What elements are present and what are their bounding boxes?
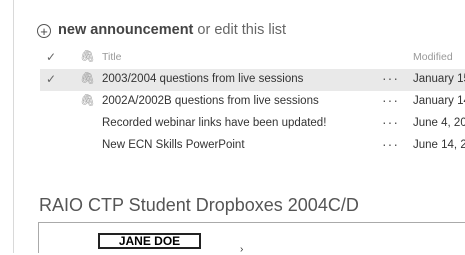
item-title[interactable]: New ECN Skills PowerPoint [102,139,245,151]
select-all-checkmark-icon[interactable]: ✓ [46,50,56,64]
plus-circle-icon[interactable]: + [37,24,51,38]
ellipsis-icon[interactable]: ··· [382,70,399,86]
checkmark-icon[interactable]: ✓ [46,72,56,86]
page-divider [13,0,14,253]
dropbox-section-title: RAIO CTP Student Dropboxes 2004C/D [39,195,359,215]
list-header-row: ✓ 🖇 Title Modified [40,47,465,69]
item-title[interactable]: 2002A/2002B questions from live sessions [102,95,319,107]
item-modified: June 14, 2017 [413,139,465,151]
ellipsis-icon[interactable]: ··· [382,136,399,152]
ellipsis-icon[interactable]: ··· [382,92,399,108]
title-column-header[interactable]: Title [102,51,121,63]
attachment-column-paperclip-icon: 🖇 [80,49,96,63]
paperclip-icon: 🖇 [80,71,96,85]
list-item[interactable]: New ECN Skills PowerPoint ··· June 14, 2… [40,135,465,157]
edit-list-link[interactable]: edit this list [214,22,286,38]
item-title[interactable]: 2003/2004 questions from live sessions [102,73,303,85]
arrow-icon: › [240,244,244,255]
ellipsis-icon[interactable]: ··· [382,114,399,130]
item-modified: January 14 [413,95,465,107]
modified-column-header[interactable]: Modified [413,51,453,63]
or-text: or [197,22,211,38]
list-item[interactable]: 🖇 2002A/2002B questions from live sessio… [40,91,465,113]
paperclip-icon: 🖇 [80,93,96,107]
list-item[interactable]: ✓ 🖇 2003/2004 questions from live sessio… [40,69,465,91]
announcements-list: ✓ 🖇 Title Modified ✓ 🖇 2003/2004 questio… [40,47,465,157]
item-title[interactable]: Recorded webinar links have been updated… [102,117,326,129]
student-name-label[interactable]: JANE DOE [98,233,201,249]
list-item[interactable]: Recorded webinar links have been updated… [40,113,465,135]
item-modified: January 15 [413,73,465,85]
new-announcement-link[interactable]: new announcement [58,22,193,38]
new-announcement-bar: + new announcement or edit this list [37,22,286,38]
item-modified: June 4, 2019 [413,117,465,129]
